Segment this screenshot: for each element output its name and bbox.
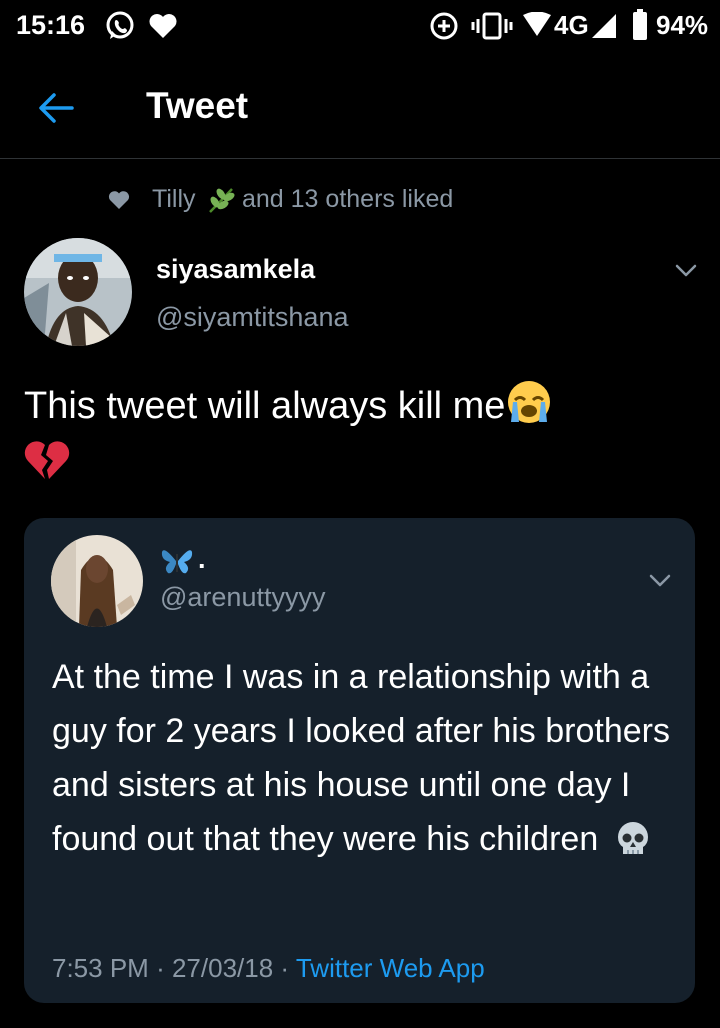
- quoted-text: At the time I was in a relationship with…: [52, 658, 670, 858]
- author-name[interactable]: siyasamkela: [156, 254, 315, 285]
- quoted-source-link[interactable]: Twitter Web App: [296, 953, 485, 983]
- battery-icon: [633, 9, 647, 40]
- quoted-name-suffix: .: [198, 544, 206, 574]
- chevron-down-icon[interactable]: [646, 566, 674, 594]
- back-arrow-icon[interactable]: [30, 82, 82, 134]
- status-time: 15:16: [16, 10, 86, 40]
- page-title: Tweet: [146, 85, 249, 126]
- quoted-body: At the time I was in a relationship with…: [52, 650, 672, 866]
- heart-icon: [149, 14, 177, 39]
- chevron-down-icon[interactable]: [672, 256, 700, 284]
- data-saver-icon: [430, 12, 458, 40]
- status-bar: 15:16 4G 94%: [0, 0, 720, 52]
- whatsapp-icon: [106, 11, 134, 39]
- network-type: 4G: [554, 10, 589, 40]
- liked-summary: and 13 others liked: [242, 185, 454, 213]
- quoted-avatar-image: [51, 535, 143, 627]
- quoted-avatar[interactable]: [51, 535, 143, 627]
- battery-percent: 94%: [656, 10, 709, 40]
- crying-face-emoji-icon: [508, 381, 551, 423]
- liked-heart-icon: [108, 191, 130, 209]
- quoted-tweet[interactable]: . @arenuttyyyy At the time I was in a re…: [24, 518, 695, 1003]
- tweet-body: This tweet will always kill me: [24, 378, 694, 494]
- avatar[interactable]: [24, 238, 132, 346]
- quoted-display-name[interactable]: .: [160, 544, 206, 578]
- quoted-time: 7:53 PM: [52, 953, 149, 983]
- meta-separator: ·: [156, 953, 165, 983]
- signal-icon: [592, 14, 616, 38]
- herb-emoji-icon: [209, 188, 235, 213]
- author-avatar-image: [24, 238, 132, 346]
- wifi-icon: [523, 12, 551, 36]
- quoted-date: 27/03/18: [171, 953, 274, 983]
- tweet-text: This tweet will always kill me: [24, 385, 506, 427]
- liker-name: Tilly: [152, 185, 196, 213]
- butterfly-emoji-icon: [161, 550, 193, 574]
- meta-separator: ·: [280, 953, 290, 983]
- broken-heart-emoji-icon: [24, 441, 70, 479]
- vibrate-icon: [471, 12, 513, 40]
- skull-emoji-icon: [617, 822, 648, 854]
- quoted-handle[interactable]: @arenuttyyyy: [160, 582, 325, 613]
- author-handle[interactable]: @siyamtitshana: [156, 302, 348, 333]
- quoted-metadata: 7:53 PM · 27/03/18 · Twitter Web App: [52, 953, 485, 984]
- app-header: Tweet: [0, 60, 720, 159]
